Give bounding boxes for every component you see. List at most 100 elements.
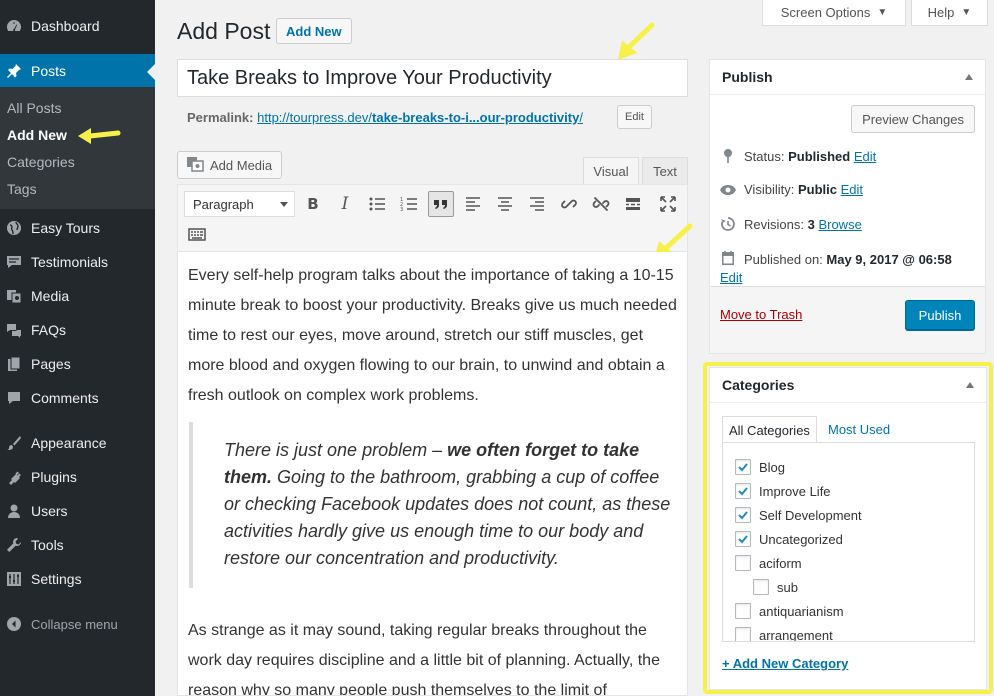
sidebar-item-label: Pages <box>31 356 71 372</box>
category-checklist: Blog Improve Life Self Development Uncat… <box>722 442 975 642</box>
align-left-button[interactable] <box>460 191 486 217</box>
categories-box: Categories All Categories Most Used Blog… <box>709 367 987 690</box>
permalink-url[interactable]: http://tourpress.dev/take-breaks-to-i...… <box>257 110 583 125</box>
annotation-arrow-title <box>618 22 655 60</box>
screen-options-tab[interactable]: Screen Options ▼ <box>762 0 906 26</box>
category-label: antiquarianism <box>759 603 844 619</box>
insert-link-button[interactable] <box>556 191 582 217</box>
content-blockquote: There is just one problem – we often for… <box>189 422 679 588</box>
category-checkbox[interactable] <box>735 459 751 475</box>
sidebar-item-label: Testimonials <box>31 254 109 270</box>
category-label: Self Development <box>759 507 862 523</box>
collapse-toggle-icon[interactable] <box>966 382 974 388</box>
publish-actions: Move to Trash Publish <box>710 286 985 353</box>
category-item[interactable]: Self Development <box>735 507 862 523</box>
tab-visual[interactable]: Visual <box>583 157 639 185</box>
sidebar-item-media[interactable]: Media <box>0 279 155 313</box>
align-center-button[interactable] <box>492 191 518 217</box>
edit-status-link[interactable]: Edit <box>854 149 876 164</box>
sidebar-item-easy-tours[interactable]: Easy Tours <box>0 211 155 245</box>
sidebar-item-tools[interactable]: Tools <box>0 528 155 562</box>
plug-icon <box>5 469 23 485</box>
help-tab[interactable]: Help ▼ <box>911 0 988 26</box>
align-right-button[interactable] <box>524 191 550 217</box>
move-to-trash-link[interactable]: Move to Trash <box>720 307 802 322</box>
publish-button[interactable]: Publish <box>905 300 975 330</box>
page-title: Add Post <box>177 18 271 44</box>
sidebar-item-testimonials[interactable]: Testimonials <box>0 245 155 279</box>
remove-link-button[interactable] <box>588 191 614 217</box>
sidebar-item-label: Easy Tours <box>31 220 100 236</box>
bulleted-list-button[interactable] <box>364 191 390 217</box>
italic-button[interactable]: I <box>332 191 358 217</box>
numbered-list-button[interactable]: 123 <box>396 191 422 217</box>
submenu-all-posts[interactable]: All Posts <box>7 100 61 116</box>
collapse-toggle-icon[interactable] <box>965 74 973 80</box>
category-checkbox[interactable] <box>735 531 751 547</box>
tab-text[interactable]: Text <box>642 157 688 185</box>
publish-box-title: Publish <box>722 69 773 85</box>
quote-icon <box>434 200 447 209</box>
edit-visibility-link[interactable]: Edit <box>841 182 863 197</box>
publish-box-header[interactable]: Publish <box>710 60 985 95</box>
category-item[interactable]: antiquarianism <box>735 603 844 619</box>
toolbar-toggle-button[interactable] <box>184 221 210 247</box>
media-icon <box>186 156 204 175</box>
fullscreen-button[interactable] <box>655 191 681 217</box>
add-new-button[interactable]: Add New <box>276 18 352 44</box>
sidebar-item-comments[interactable]: Comments <box>0 381 155 415</box>
category-item[interactable]: Blog <box>735 459 785 475</box>
tab-all-categories[interactable]: All Categories <box>722 416 817 443</box>
sidebar-item-label: Media <box>31 288 70 304</box>
sidebar-item-label: Dashboard <box>31 18 100 34</box>
category-label: aciform <box>759 555 802 571</box>
sidebar-item-label: Posts <box>31 63 67 79</box>
format-select[interactable]: Paragraph <box>184 191 295 217</box>
publish-box: Publish Preview Changes Status: Publishe… <box>709 59 986 354</box>
permalink-edit-button[interactable]: Edit <box>617 105 652 129</box>
sidebar-item-settings[interactable]: Settings <box>0 562 155 596</box>
bold-button[interactable]: B <box>300 191 326 217</box>
submenu-categories[interactable]: Categories <box>7 154 75 170</box>
link-icon <box>561 199 577 209</box>
sidebar-item-plugins[interactable]: Plugins <box>0 460 155 494</box>
add-new-category-link[interactable]: + Add New Category <box>722 656 848 671</box>
read-more-button[interactable] <box>620 191 646 217</box>
categories-box-header[interactable]: Categories <box>710 368 986 403</box>
sidebar-item-dashboard[interactable]: Dashboard <box>0 9 155 43</box>
quote-text: Going to the bathroom, grabbing a cup of… <box>224 467 671 568</box>
category-item[interactable]: aciform <box>735 555 802 571</box>
post-content-editor[interactable]: Every self-help program talks about the … <box>177 252 688 696</box>
sidebar-item-label: Appearance <box>31 435 107 451</box>
edit-date-link[interactable]: Edit <box>720 270 742 285</box>
category-checkbox[interactable] <box>735 507 751 523</box>
sidebar-item-appearance[interactable]: Appearance <box>0 426 155 460</box>
category-checkbox[interactable] <box>735 603 751 619</box>
tab-most-used[interactable]: Most Used <box>822 416 896 442</box>
category-item[interactable]: sub <box>753 579 798 595</box>
post-title-input[interactable]: Take Breaks to Improve Your Productivity <box>177 59 688 97</box>
preview-changes-button[interactable]: Preview Changes <box>851 105 975 133</box>
category-item[interactable]: arrangement <box>735 627 833 641</box>
revisions-value: 3 <box>807 216 815 232</box>
submenu-add-new[interactable]: Add New <box>7 127 67 143</box>
eye-icon <box>720 184 736 196</box>
wrench-icon <box>5 537 23 553</box>
category-checkbox[interactable] <box>735 483 751 499</box>
speech-bubble-icon <box>5 254 23 270</box>
sidebar-item-users[interactable]: Users <box>0 494 155 528</box>
pin-icon <box>5 63 23 79</box>
category-item[interactable]: Uncategorized <box>735 531 843 547</box>
category-item[interactable]: Improve Life <box>735 483 831 499</box>
browse-revisions-link[interactable]: Browse <box>818 217 861 232</box>
category-checkbox[interactable] <box>753 579 769 595</box>
category-checkbox[interactable] <box>735 555 751 571</box>
category-checkbox[interactable] <box>735 627 751 641</box>
collapse-menu-button[interactable]: Collapse menu <box>0 607 155 641</box>
blockquote-button[interactable] <box>428 191 454 217</box>
sidebar-item-posts[interactable]: Posts <box>0 54 155 88</box>
sidebar-item-faqs[interactable]: FAQs <box>0 313 155 347</box>
submenu-tags[interactable]: Tags <box>7 181 37 197</box>
add-media-button[interactable]: Add Media <box>177 151 282 179</box>
sidebar-item-pages[interactable]: Pages <box>0 347 155 381</box>
